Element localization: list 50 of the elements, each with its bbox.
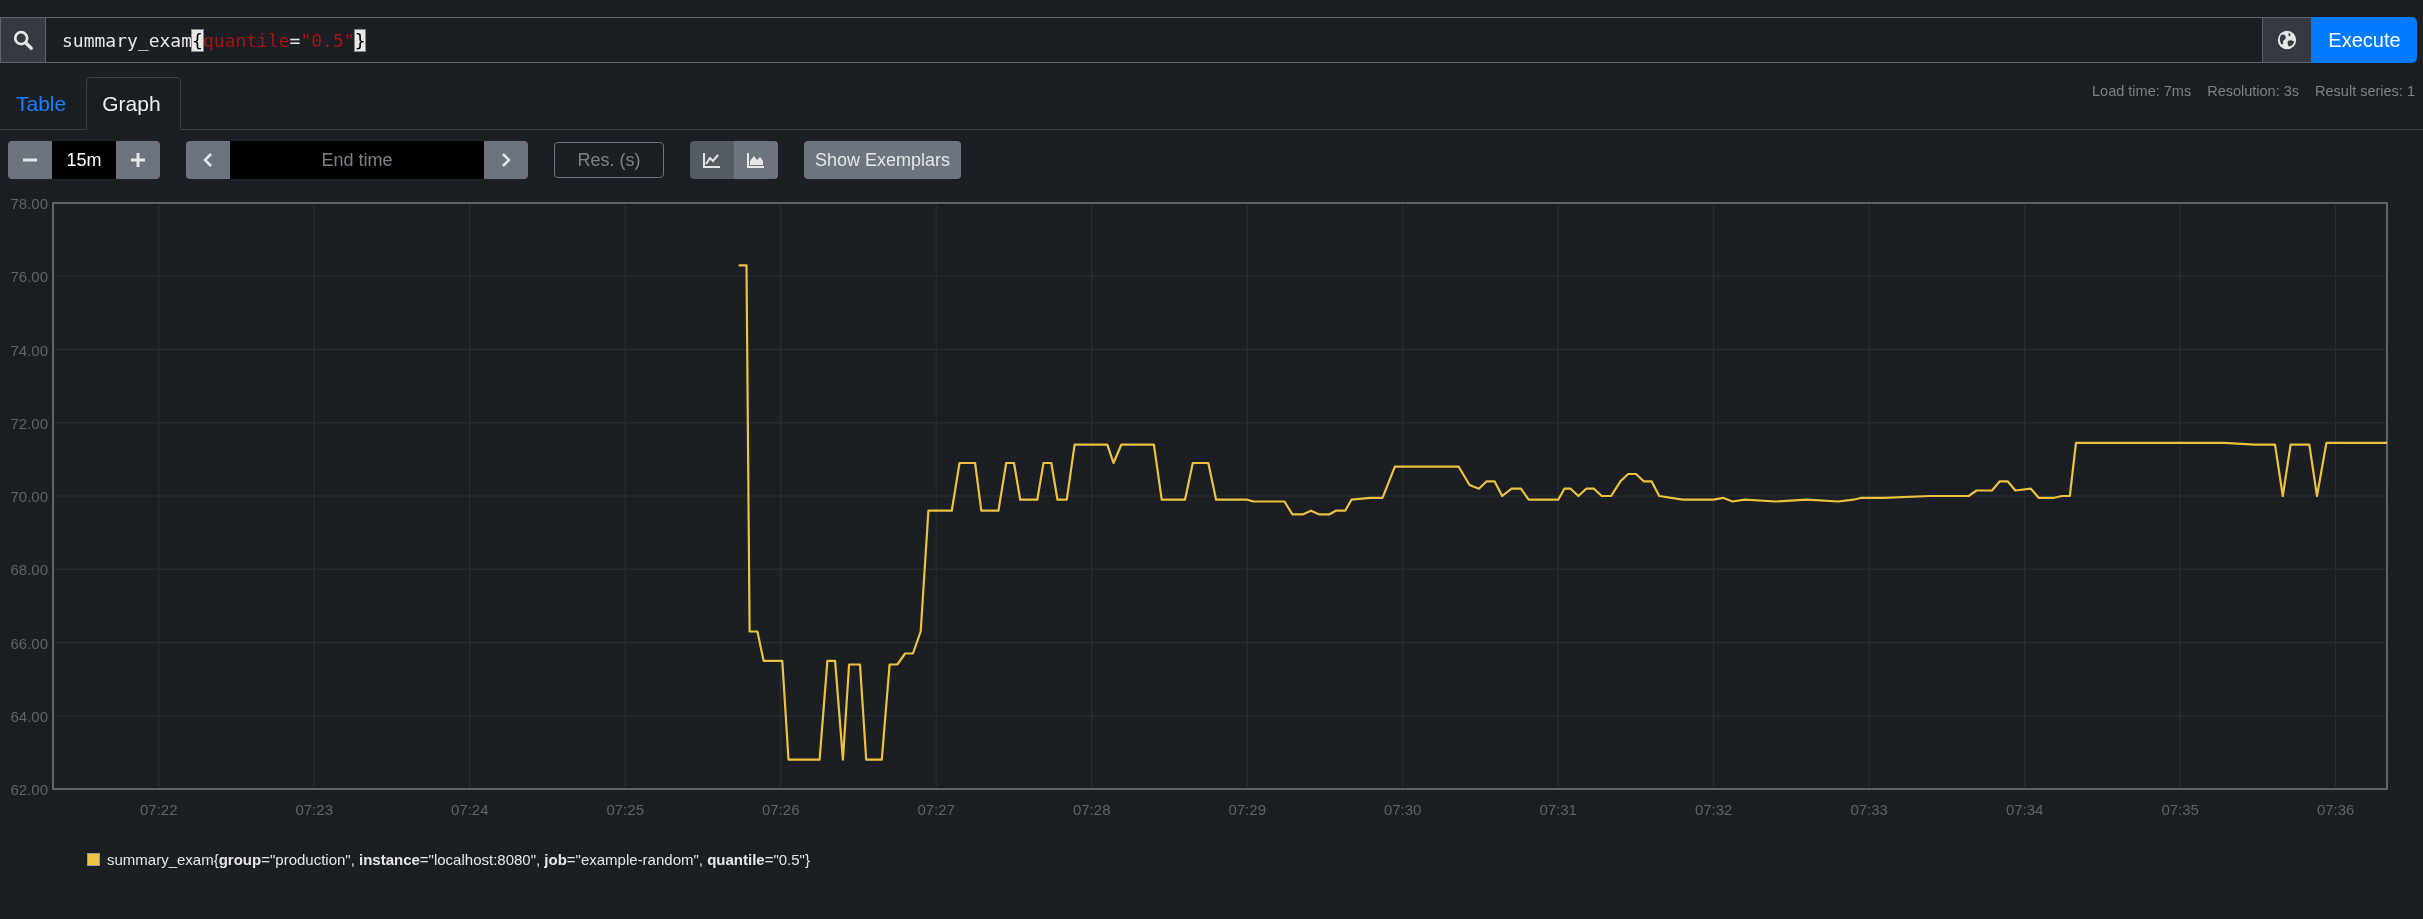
increase-range-button[interactable]: [116, 141, 160, 179]
y-axis-label: 64.00: [10, 707, 48, 725]
y-axis-label: 62.00: [10, 781, 48, 798]
y-axis-label: 74.00: [10, 341, 48, 359]
y-axis-label: 66.00: [10, 634, 48, 652]
x-axis-label: 07:33: [1850, 801, 1888, 818]
line-chart-button[interactable]: [690, 141, 734, 179]
x-axis-label: 07:31: [1539, 801, 1577, 818]
x-axis-label: 07:32: [1694, 801, 1733, 818]
x-axis-label: 07:34: [2005, 801, 2044, 818]
chevron-left-icon: [201, 152, 215, 168]
show-exemplars-button[interactable]: Show Exemplars: [804, 141, 962, 179]
chevron-right-icon: [499, 152, 513, 168]
stacked-chart-button[interactable]: [734, 141, 778, 179]
globe-button[interactable]: [2262, 17, 2312, 63]
y-axis-label: 68.00: [10, 561, 48, 579]
stat-text: Load time: 7ms: [2092, 83, 2192, 99]
x-axis-label: 07:28: [1072, 801, 1111, 818]
range-input[interactable]: 15m: [52, 141, 116, 179]
globe-icon: [2276, 29, 2298, 51]
line-chart-icon: [703, 152, 721, 168]
execute-button[interactable]: Execute: [2312, 17, 2417, 63]
x-axis-label: 07:30: [1383, 801, 1422, 818]
end-time-input[interactable]: End time: [230, 141, 484, 179]
plus-icon: [130, 152, 146, 168]
legend-label[interactable]: summary_exam{group="production", instance="localhost:8080", job="example-random", quantile="0.5"}: [107, 851, 810, 868]
area-chart-icon: [747, 152, 765, 168]
x-axis-label: 07:29: [1228, 801, 1266, 818]
x-axis-label: 07:26: [761, 801, 800, 818]
x-axis-label: 07:36: [2316, 801, 2355, 818]
y-axis-label: 78.00: [10, 195, 48, 212]
decrease-range-button[interactable]: [8, 141, 52, 179]
stat-text: Result series: 1: [2315, 83, 2415, 99]
tab[interactable]: Table: [0, 77, 87, 130]
y-axis-label: 76.00: [10, 268, 48, 286]
previous-button[interactable]: [186, 141, 230, 179]
query-input[interactable]: summary_exam{quantile="0.5"}: [46, 17, 2262, 63]
y-axis-label: 70.00: [10, 488, 48, 505]
next-button[interactable]: [484, 141, 528, 179]
x-axis-label: 07:35: [2161, 801, 2199, 818]
x-axis-label: 07:25: [606, 801, 644, 818]
x-axis-label: 07:24: [450, 801, 489, 818]
search-icon: [0, 17, 46, 63]
resolution-input[interactable]: Res. (s): [554, 142, 664, 178]
x-axis-label: 07:22: [139, 801, 178, 818]
x-axis-label: 07:23: [295, 801, 333, 818]
y-axis-label: 72.00: [10, 414, 48, 432]
stat-text: Resolution: 3s: [2207, 83, 2300, 99]
tab[interactable]: Graph: [86, 77, 181, 130]
x-axis-label: 07:27: [917, 801, 955, 818]
